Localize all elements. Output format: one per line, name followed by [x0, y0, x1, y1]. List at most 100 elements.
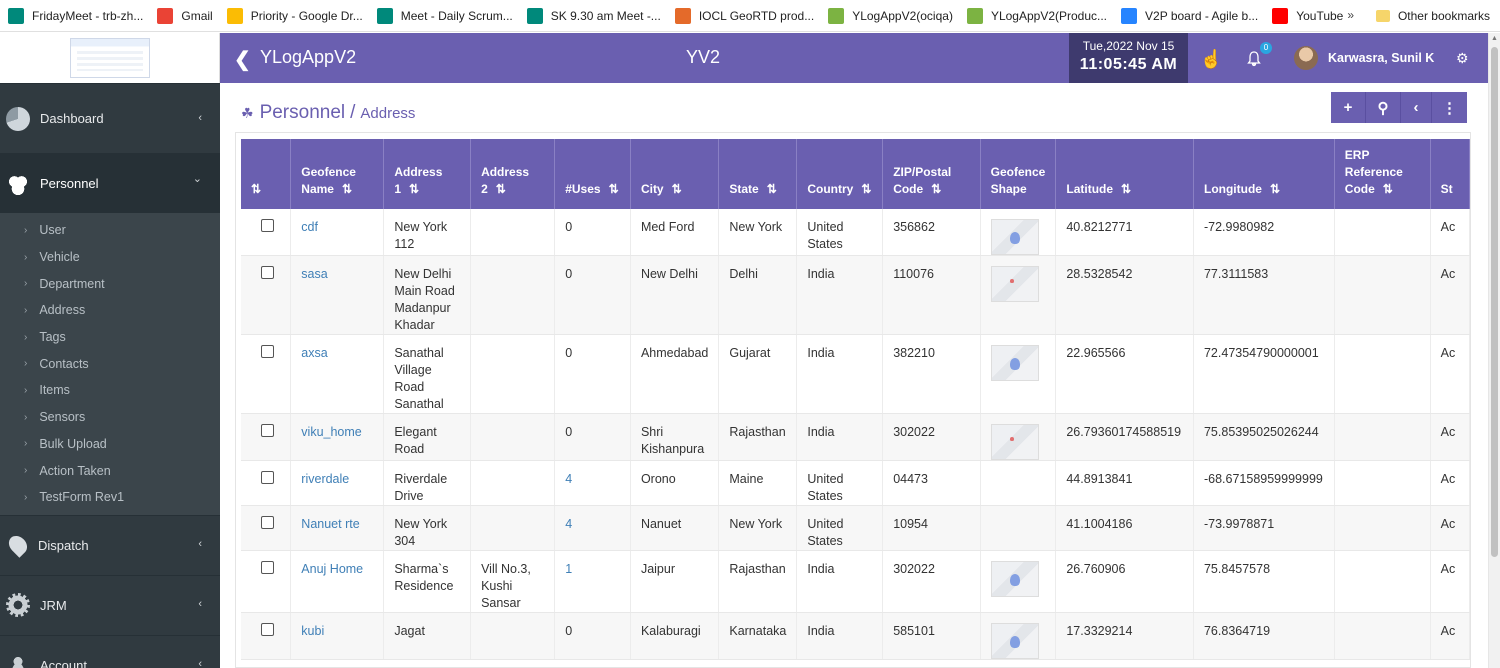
bookmark-item[interactable]: Meet - Daily Scrum... [376, 0, 513, 32]
bookmark-item[interactable]: YouTube [1272, 0, 1343, 32]
row-checkbox[interactable] [261, 424, 274, 437]
sidebar-subitem-testform-rev1[interactable]: › TestForm Rev1 [0, 484, 220, 511]
geofence-name-link[interactable]: kubi [301, 624, 324, 638]
column-header[interactable]: Address 1 ⇅ [383, 139, 472, 209]
column-header[interactable]: Geofence Shape [980, 139, 1057, 209]
add-button[interactable]: + [1331, 92, 1366, 123]
geofence-map-thumbnail[interactable] [990, 561, 1039, 597]
address-table-container[interactable]: ⇅ Geofence Name ⇅ Address 1 ⇅ Address 2 ⇅ #Uses… [235, 132, 1471, 668]
sort-icon[interactable]: ⇅ [496, 182, 506, 196]
sort-icon[interactable]: ⇅ [767, 182, 777, 196]
collapse-button[interactable]: ‹ [1401, 92, 1432, 123]
row-checkbox[interactable] [261, 516, 274, 529]
table-row[interactable]: viku_home Elegant Road 0 Shri Kishanpura Raj… [241, 413, 1470, 461]
search-button[interactable]: ⚲ [1366, 92, 1401, 123]
uses-link[interactable]: 4 [565, 472, 572, 486]
scrollbar-thumb[interactable] [1491, 47, 1498, 557]
sidebar-item-dashboard[interactable]: Dashboard ‹ [0, 83, 220, 153]
sidebar-subitem-user[interactable]: › User [0, 217, 220, 244]
bookmark-item[interactable]: Gmail [157, 0, 213, 32]
bookmark-item[interactable]: Priority - Google Dr... [226, 0, 363, 32]
bookmark-item[interactable]: SK 9.30 am Meet -... [526, 0, 661, 32]
column-header[interactable]: Latitude ⇅ [1055, 139, 1194, 209]
table-row[interactable]: Nanuet rte New York 304 4 Nanuet New York Uni… [241, 505, 1470, 551]
geofence-name-link[interactable]: cdf [301, 220, 318, 234]
sidebar-item-account[interactable]: Account ‹ [0, 634, 220, 668]
geofence-name-link[interactable]: riverdale [301, 472, 349, 486]
table-row[interactable]: cdf New York 112 0 Med Ford New York United S… [241, 209, 1470, 256]
bookmark-item[interactable]: YLogAppV2(Produc... [966, 0, 1107, 32]
table-row[interactable]: kubi Jagat 0 Kalaburagi Karnataka India 585101… [241, 612, 1470, 660]
more-options-button[interactable]: ⋮ [1432, 92, 1467, 123]
geofence-map-thumbnail[interactable] [990, 424, 1039, 460]
sidebar-subitem-address[interactable]: › Address [0, 297, 220, 324]
row-checkbox[interactable] [261, 219, 274, 232]
sort-icon[interactable]: ⇅ [861, 182, 871, 196]
sidebar-subitem-bulk-upload[interactable]: › Bulk Upload [0, 431, 220, 458]
bell-icon[interactable] [1246, 51, 1262, 67]
avatar[interactable] [1294, 46, 1318, 70]
table-row[interactable]: riverdale Riverdale Drive 4 Orono Maine Unite… [241, 460, 1470, 506]
breadcrumb-section[interactable]: Personnel [260, 102, 346, 124]
bookmark-item[interactable]: IOCL GeoRTD prod... [674, 0, 814, 32]
geofence-name-link[interactable]: sasa [301, 267, 327, 281]
bookmarks-overflow-icon[interactable]: » [1347, 8, 1354, 22]
row-checkbox[interactable] [261, 471, 274, 484]
column-header[interactable]: St [1430, 139, 1470, 209]
sort-icon[interactable]: ⇅ [931, 182, 941, 196]
sort-icon[interactable]: ⇅ [1121, 182, 1131, 196]
row-checkbox[interactable] [261, 266, 274, 279]
sort-icon[interactable]: ⇅ [672, 182, 682, 196]
column-header[interactable]: ⇅ [241, 139, 292, 209]
bookmark-item[interactable]: YLogAppV2(ociqa) [828, 0, 953, 32]
column-header[interactable]: Country ⇅ [796, 139, 884, 209]
column-header[interactable]: #Uses ⇅ [554, 139, 631, 209]
geofence-name-link[interactable]: Anuj Home [301, 562, 363, 576]
geofence-map-thumbnail[interactable] [990, 266, 1039, 302]
table-row[interactable]: sasa New Delhi Main Road Madanpur Khadar 0… [241, 255, 1470, 335]
sidebar-subitem-action-taken[interactable]: › Action Taken [0, 457, 220, 484]
column-header[interactable]: State ⇅ [718, 139, 798, 209]
row-checkbox[interactable] [261, 345, 274, 358]
sidebar-item-personnel[interactable]: Personnel ⌄ [0, 153, 220, 213]
user-name[interactable]: Karwasra, Sunil K [1328, 51, 1434, 65]
sidebar-subitem-sensors[interactable]: › Sensors [0, 404, 220, 431]
bookmark-item[interactable]: FridayMeet - trb-zh... [8, 0, 143, 32]
app-logo[interactable] [0, 33, 220, 83]
sort-icon[interactable]: ⇅ [1383, 182, 1393, 196]
column-header[interactable]: City ⇅ [630, 139, 720, 209]
column-header[interactable]: Address 2 ⇅ [470, 139, 556, 209]
bookmark-item[interactable]: V2P board - Agile b... [1121, 0, 1258, 32]
geofence-map-thumbnail[interactable] [990, 623, 1039, 659]
column-header[interactable]: Longitude ⇅ [1193, 139, 1335, 209]
sidebar-subitem-items[interactable]: › Items [0, 377, 220, 404]
table-row[interactable]: axsa Sanathal Village Road Sanathal 0 Ahmed… [241, 334, 1470, 414]
table-row[interactable]: Anuj Home Sharma`s Residence Vill No.3, Ku… [241, 550, 1470, 613]
geofence-map-thumbnail[interactable] [990, 345, 1039, 381]
geofence-name-link[interactable]: Nanuet rte [301, 517, 359, 531]
sort-icon[interactable]: ⇅ [609, 182, 619, 196]
sidebar-subitem-vehicle[interactable]: › Vehicle [0, 244, 220, 271]
row-checkbox[interactable] [261, 561, 274, 574]
other-bookmarks[interactable]: Other bookmarks [1375, 0, 1490, 32]
column-header[interactable]: ERP Reference Code ⇅ [1334, 139, 1431, 209]
back-icon[interactable]: ❮ [234, 47, 251, 72]
sidebar-subitem-contacts[interactable]: › Contacts [0, 350, 220, 377]
sort-icon[interactable]: ⇅ [251, 182, 261, 196]
sidebar-subitem-tags[interactable]: › Tags [0, 324, 220, 351]
sidebar-subitem-department[interactable]: › Department [0, 270, 220, 297]
sort-icon[interactable]: ⇅ [342, 182, 352, 196]
row-checkbox[interactable] [261, 623, 274, 636]
sidebar-item-jrm[interactable]: JRM ‹ [0, 574, 220, 635]
sort-icon[interactable]: ⇅ [1270, 182, 1280, 196]
uses-link[interactable]: 1 [565, 562, 572, 576]
uses-link[interactable]: 4 [565, 517, 572, 531]
geofence-name-link[interactable]: axsa [301, 346, 327, 360]
column-header[interactable]: Geofence Name ⇅ [290, 139, 385, 209]
settings-gear-icon[interactable]: ⚙ [1456, 50, 1469, 67]
hand-pointer-icon[interactable]: ☝ [1200, 49, 1222, 70]
scroll-up-icon[interactable]: ▲ [1491, 35, 1498, 42]
geofence-name-link[interactable]: viku_home [301, 425, 361, 439]
sidebar-item-dispatch[interactable]: Dispatch ‹ [0, 514, 220, 575]
page-scrollbar[interactable]: ▲ [1488, 33, 1500, 668]
